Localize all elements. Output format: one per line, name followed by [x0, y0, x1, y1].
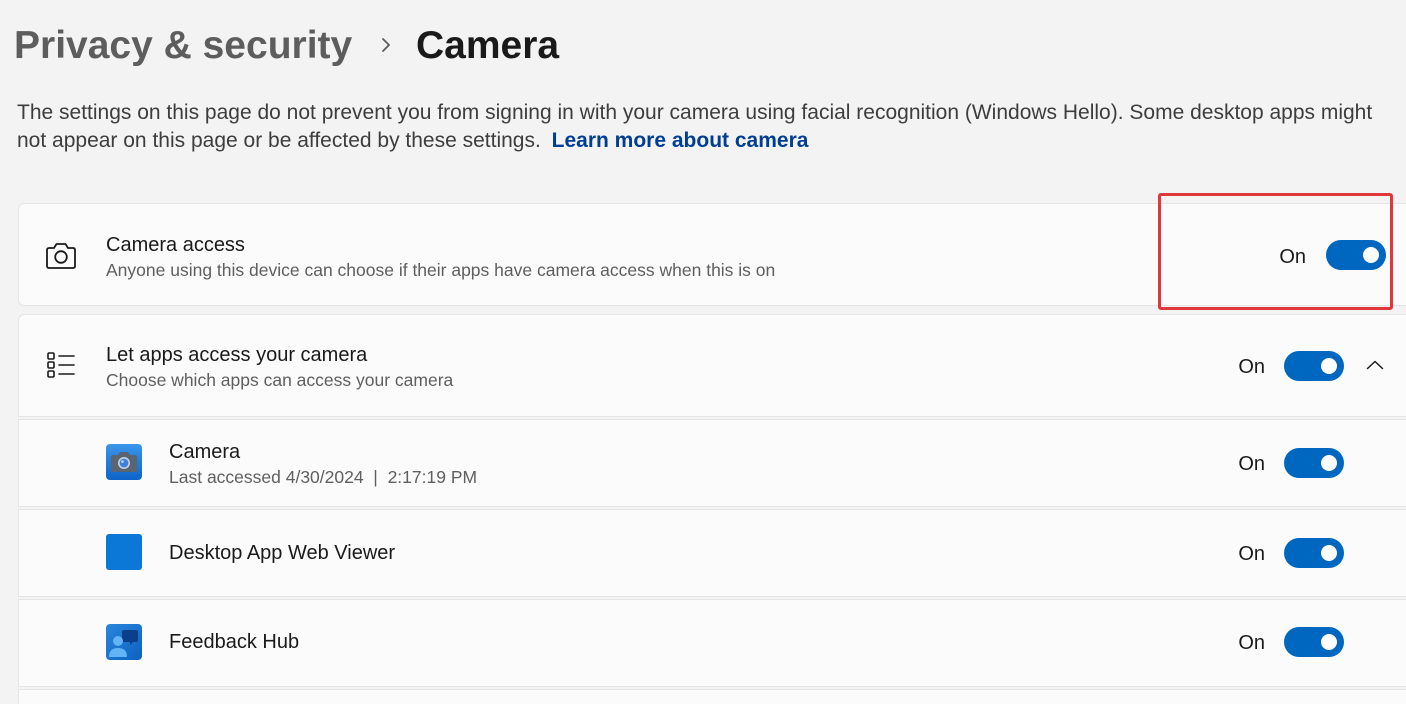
desktop-app-web-viewer-icon	[106, 534, 142, 570]
toggle-knob	[1321, 455, 1337, 471]
camera-access-state-label: On	[1279, 246, 1306, 268]
app-row-desktop-app-web-viewer: Desktop App Web Viewer On	[18, 509, 1406, 597]
camera-access-description: Anyone using this device can choose if t…	[106, 260, 776, 280]
learn-more-link[interactable]: Learn more about camera	[552, 129, 809, 152]
app-state-label: On	[1238, 453, 1265, 475]
camera-access-title: Camera access	[106, 234, 245, 256]
page-title: Camera	[416, 24, 560, 67]
camera-app-toggle[interactable]	[1284, 448, 1344, 478]
breadcrumb-parent-link[interactable]: Privacy & security	[14, 22, 352, 70]
chevron-up-icon[interactable]	[1366, 360, 1384, 370]
camera-access-toggle[interactable]	[1326, 240, 1386, 270]
app-name: Feedback Hub	[169, 631, 300, 653]
app-state-label: On	[1238, 543, 1265, 565]
camera-icon	[46, 243, 76, 269]
feedback-hub-toggle[interactable]	[1284, 627, 1344, 657]
desktop-app-web-viewer-toggle[interactable]	[1284, 538, 1344, 568]
let-apps-access-description: Choose which apps can access your camera	[106, 370, 454, 390]
feedback-hub-icon	[106, 624, 142, 660]
list-icon	[47, 352, 75, 378]
toggle-knob	[1321, 634, 1337, 650]
app-row-partial	[18, 689, 1406, 704]
app-name: Desktop App Web Viewer	[169, 542, 396, 564]
app-last-accessed: Last accessed 4/30/2024 | 2:17:19 PM	[169, 467, 478, 487]
app-row-camera: Camera Last accessed 4/30/2024 | 2:17:19…	[18, 419, 1406, 507]
app-state-label: On	[1238, 632, 1265, 654]
let-apps-access-title: Let apps access your camera	[106, 344, 368, 366]
toggle-knob	[1321, 545, 1337, 561]
app-row-feedback-hub: Feedback Hub On	[18, 599, 1406, 687]
let-apps-access-header[interactable]: Let apps access your camera Choose which…	[18, 314, 1406, 417]
camera-app-icon	[106, 444, 142, 480]
settings-page: Privacy & security Camera The settings o…	[0, 0, 1406, 704]
toggle-knob	[1363, 247, 1379, 263]
intro-paragraph: The settings on this page do not prevent…	[17, 99, 1389, 155]
let-apps-access-state-label: On	[1238, 356, 1265, 378]
app-name: Camera	[169, 441, 241, 463]
chevron-right-icon	[382, 38, 390, 52]
let-apps-access-toggle[interactable]	[1284, 351, 1344, 381]
camera-access-card: Camera access Anyone using this device c…	[18, 203, 1406, 306]
toggle-knob	[1321, 358, 1337, 374]
